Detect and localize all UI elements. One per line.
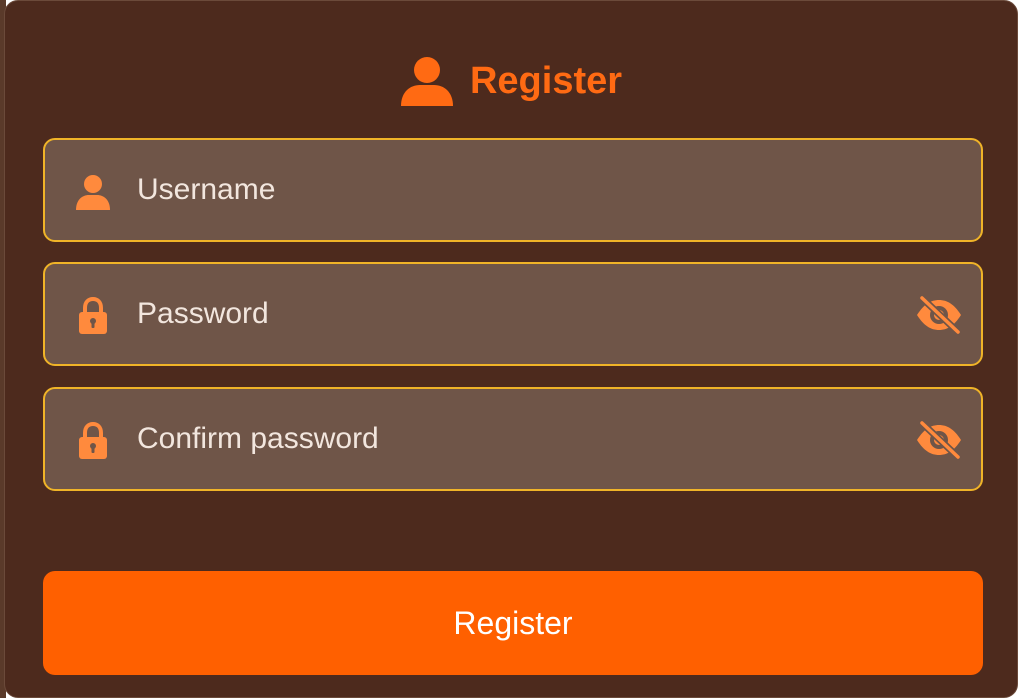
username-field [43, 138, 983, 242]
register-button[interactable]: Register [43, 571, 983, 675]
confirm-password-input[interactable] [137, 389, 897, 489]
username-input[interactable] [137, 140, 897, 240]
form-header: Register [5, 53, 1017, 109]
password-input[interactable] [137, 264, 897, 364]
lock-icon [71, 294, 115, 338]
eye-slash-icon[interactable] [911, 415, 967, 465]
lock-icon [71, 419, 115, 463]
password-field [43, 262, 983, 366]
form-title: Register [469, 60, 623, 102]
confirm-password-field [43, 387, 983, 491]
user-icon [71, 170, 115, 214]
eye-slash-icon[interactable] [911, 290, 967, 340]
register-card: Register Username Register [4, 0, 1018, 698]
user-icon [400, 54, 454, 108]
